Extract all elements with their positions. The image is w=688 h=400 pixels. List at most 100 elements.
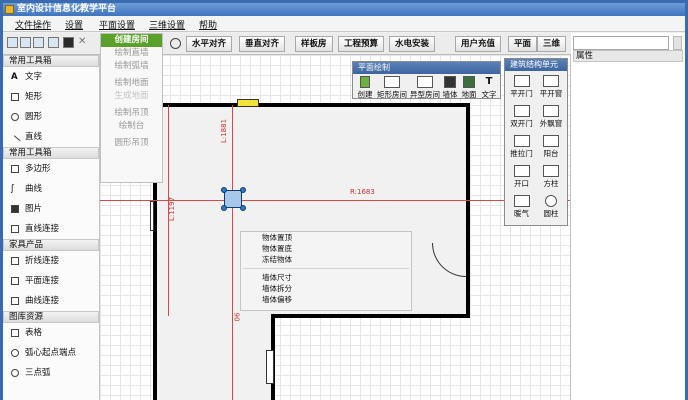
open-icon[interactable] bbox=[7, 37, 18, 48]
dropdown-draw-straight-wall[interactable]: 绘制直墙 bbox=[101, 47, 162, 60]
panel-item-label: 墙体 bbox=[442, 90, 458, 99]
plane-view-button[interactable]: 平面 bbox=[508, 36, 538, 52]
tool-line-connect[interactable]: 直线连接 bbox=[3, 219, 99, 239]
tool-text[interactable]: A 文字 bbox=[3, 67, 99, 87]
context-send-to-bottom[interactable]: 物体置底 bbox=[241, 243, 411, 254]
tool-circle[interactable]: 圆形 bbox=[3, 107, 99, 127]
tool-opening[interactable]: 开口 bbox=[508, 165, 535, 189]
align-vertical-button[interactable]: 垂直对齐 bbox=[239, 36, 286, 52]
menu-file[interactable]: 文件操作 bbox=[15, 18, 51, 31]
tool-arc-center[interactable]: 弧心起点端点 bbox=[3, 343, 99, 363]
window[interactable] bbox=[266, 350, 274, 384]
align-horizontal-button[interactable]: 水平对齐 bbox=[186, 36, 233, 52]
properties-search-input[interactable] bbox=[573, 36, 669, 50]
menu-help[interactable]: 帮助 bbox=[199, 18, 217, 31]
drawing-canvas[interactable]: L:1881 R:1683 L:1197 06 物体置顶 物体置底 冻结物体 墙… bbox=[100, 55, 571, 400]
panel-item-label: 外飘窗 bbox=[539, 119, 563, 128]
plumbing-button[interactable]: 水电安装 bbox=[389, 36, 436, 52]
tool-heater[interactable]: 暖气 bbox=[508, 195, 535, 219]
sidebar-section-title[interactable]: 家具产品 bbox=[3, 239, 99, 251]
radiator[interactable] bbox=[237, 99, 259, 107]
balcony-icon bbox=[543, 135, 559, 147]
scrollbar[interactable] bbox=[673, 36, 682, 50]
menu-3d-settings[interactable]: 三维设置 bbox=[149, 18, 185, 31]
panel-item-label: 创建 bbox=[357, 90, 373, 99]
tool-line[interactable]: 直线 bbox=[3, 127, 99, 147]
bay-window-icon bbox=[543, 105, 559, 117]
budget-button[interactable]: 工程预算 bbox=[338, 36, 385, 52]
app-icon bbox=[5, 5, 14, 14]
wall-icon bbox=[444, 76, 456, 88]
layers-icon[interactable] bbox=[48, 37, 59, 48]
context-freeze-object[interactable]: 冻结物体 bbox=[241, 254, 411, 265]
resize-handle[interactable] bbox=[240, 205, 246, 211]
close-icon[interactable]: ✕ bbox=[78, 36, 86, 47]
tool-rect-room[interactable]: 矩形房间 bbox=[375, 76, 409, 100]
tool-create[interactable]: 创建 bbox=[355, 76, 375, 100]
dropdown-draw-ceiling[interactable]: 绘制吊顶 bbox=[101, 107, 162, 120]
plane-settings-dropdown: 创建房间 绘制直墙 绘制弧墙 绘制地面 生成地面 绘制吊顶 绘制台 圆形吊顶 bbox=[100, 33, 163, 183]
dimension-line bbox=[232, 105, 233, 400]
render-icon[interactable] bbox=[63, 37, 74, 48]
sidebar: 常用工具箱 A 文字 矩形 圆形 直线 常用工具箱 多边形 ʃ 曲线 图片 直线连接… bbox=[3, 55, 100, 400]
wall[interactable] bbox=[466, 103, 470, 318]
wall[interactable] bbox=[153, 103, 470, 107]
tool-curve[interactable]: ʃ 曲线 bbox=[3, 179, 99, 199]
tool-shaped-room[interactable]: 异型房间 bbox=[408, 76, 442, 100]
context-wall-size[interactable]: 墙体尺寸 bbox=[241, 272, 411, 283]
context-wall-offset[interactable]: 墙体偏移 bbox=[241, 294, 411, 305]
wall[interactable] bbox=[271, 314, 470, 318]
tool-balcony[interactable]: 阳台 bbox=[537, 135, 565, 159]
selected-object[interactable] bbox=[224, 190, 242, 208]
tool-label: 平面连接 bbox=[25, 276, 60, 286]
tool-square-column[interactable]: 方柱 bbox=[537, 165, 565, 189]
dropdown-draw-floor[interactable]: 绘制地面 bbox=[101, 77, 162, 90]
title-bar: 室内设计信息化教学平台 bbox=[3, 3, 685, 16]
dropdown-create-room[interactable]: 创建房间 bbox=[101, 34, 162, 47]
polyline-connect-icon bbox=[11, 257, 19, 265]
3d-view-button[interactable]: 三维 bbox=[537, 36, 567, 52]
save-icon[interactable] bbox=[20, 37, 31, 48]
tool-curve-connect[interactable]: 曲线连接 bbox=[3, 291, 99, 311]
sliding-door-icon bbox=[513, 135, 530, 147]
menu-plane-settings[interactable]: 平面设置 bbox=[99, 18, 135, 31]
sidebar-section-title[interactable]: 常用工具箱 bbox=[3, 147, 99, 159]
tool-bay-window[interactable]: 外飘窗 bbox=[537, 105, 565, 129]
sidebar-section-title[interactable]: 图库资源 bbox=[3, 311, 99, 323]
context-bring-to-top[interactable]: 物体置顶 bbox=[241, 232, 411, 243]
grid-icon[interactable] bbox=[33, 37, 44, 48]
dropdown-draw-arc-wall[interactable]: 绘制弧墙 bbox=[101, 60, 162, 73]
dropdown-round-ceiling[interactable]: 圆形吊顶 bbox=[101, 137, 162, 150]
tool-floor[interactable]: 地面 bbox=[460, 76, 478, 100]
tool-image[interactable]: 图片 bbox=[3, 199, 99, 219]
tool-table[interactable]: 表格 bbox=[3, 323, 99, 343]
tool-plane-connect[interactable]: 平面连接 bbox=[3, 271, 99, 291]
window[interactable] bbox=[150, 201, 154, 231]
tool-wall[interactable]: 墙体 bbox=[441, 76, 459, 100]
recharge-button[interactable]: 用户充值 bbox=[455, 36, 502, 52]
tool-three-point-arc[interactable]: 三点弧 bbox=[3, 363, 99, 383]
panel-item-label: 圆柱 bbox=[543, 209, 559, 218]
dropdown-draw-platform[interactable]: 绘制台 bbox=[101, 120, 162, 133]
opening-icon bbox=[513, 165, 530, 177]
floor-icon bbox=[463, 76, 475, 88]
tool-label: 弧心起点端点 bbox=[25, 348, 77, 358]
resize-handle[interactable] bbox=[221, 205, 227, 211]
tool-text[interactable]: T 文字 bbox=[479, 76, 499, 100]
context-wall-split[interactable]: 墙体拆分 bbox=[241, 283, 411, 294]
tool-swing-window[interactable]: 平开窗 bbox=[537, 75, 565, 99]
menu-settings[interactable]: 设置 bbox=[65, 18, 83, 31]
resize-handle[interactable] bbox=[240, 187, 246, 193]
resize-handle[interactable] bbox=[221, 187, 227, 193]
sidebar-section-title[interactable]: 常用工具箱 bbox=[3, 55, 99, 67]
sample-room-button[interactable]: 样板房 bbox=[295, 36, 333, 52]
tool-polyline-connect[interactable]: 折线连接 bbox=[3, 251, 99, 271]
tool-sliding-door[interactable]: 推拉门 bbox=[508, 135, 535, 159]
tool-swing-door[interactable]: 平开门 bbox=[508, 75, 535, 99]
square-column-icon bbox=[543, 165, 559, 177]
tool-rectangle[interactable]: 矩形 bbox=[3, 87, 99, 107]
tool-round-column[interactable]: 圆柱 bbox=[537, 195, 565, 219]
tool-polygon[interactable]: 多边形 bbox=[3, 159, 99, 179]
zoom-icon[interactable] bbox=[170, 38, 181, 49]
tool-double-door[interactable]: 双开门 bbox=[508, 105, 535, 129]
